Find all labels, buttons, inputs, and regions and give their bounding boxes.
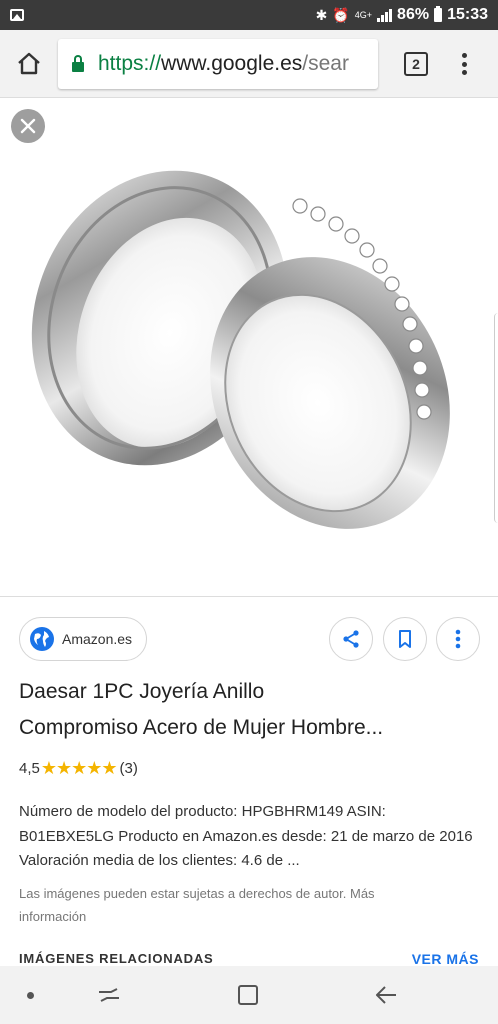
- recents-icon: [99, 988, 119, 1002]
- battery-icon: [434, 6, 443, 22]
- url-path: /sear: [302, 52, 349, 75]
- tab-switcher-icon[interactable]: 2: [404, 52, 428, 76]
- rating: 4,5 ★★★★★ (3): [19, 758, 138, 779]
- home-icon: [18, 52, 40, 74]
- globe-icon: [30, 627, 54, 651]
- bluetooth-icon: ✱: [315, 6, 328, 23]
- divider: [0, 596, 498, 597]
- rating-count: (3): [119, 760, 138, 777]
- network-type: 4G+: [354, 10, 373, 20]
- url-field[interactable]: https://www.google.es/sear: [58, 39, 378, 89]
- navigation-bar: [0, 966, 498, 1024]
- save-button[interactable]: [383, 617, 427, 661]
- related-images-heading: IMÁGENES RELACIONADAS: [19, 951, 214, 966]
- copyright-notice[interactable]: Las imágenes pueden estar sujetas a dere…: [19, 882, 439, 928]
- close-button[interactable]: [11, 109, 45, 143]
- home-nav-button[interactable]: [226, 966, 270, 1024]
- rings-image: [31, 170, 450, 529]
- result-title-line2: Compromiso Acero de Mujer Hombre...: [19, 716, 384, 739]
- close-icon: [20, 118, 36, 134]
- source-label: Amazon.es: [62, 631, 133, 647]
- recents-button[interactable]: [88, 966, 130, 1024]
- nav-dot-icon: [26, 991, 34, 999]
- battery-percent: 86%: [397, 6, 430, 23]
- result-description: Número de modelo del producto: HPGBHRM14…: [19, 803, 473, 869]
- bookmark-icon: [399, 630, 411, 648]
- status-bar: ✱ ⏰ 4G+ 86% 15:33: [0, 0, 498, 30]
- more-options-button[interactable]: [436, 617, 480, 661]
- nav-dot-button[interactable]: [10, 966, 50, 1024]
- result-title[interactable]: Daesar 1PC Joyería Anillo Compromiso Ace…: [19, 674, 484, 746]
- source-chip[interactable]: Amazon.es: [19, 617, 148, 661]
- home-button[interactable]: [0, 30, 58, 98]
- see-more-link[interactable]: VER MÁS: [412, 951, 479, 967]
- back-button[interactable]: [364, 966, 408, 1024]
- image-notification-icon: [10, 9, 24, 21]
- menu-icon[interactable]: [452, 50, 476, 78]
- rating-value: 4,5: [19, 760, 40, 777]
- browser-toolbar: https://www.google.es/sear 2: [0, 30, 498, 98]
- signal-icon: [377, 8, 393, 22]
- home-square-icon: [238, 985, 258, 1005]
- url-domain: www.google.es: [161, 52, 303, 75]
- share-button[interactable]: [329, 617, 373, 661]
- result-title-line1: Daesar 1PC Joyería Anillo: [19, 680, 265, 703]
- clock: 15:33: [447, 6, 488, 23]
- share-icon: [343, 630, 359, 648]
- next-image-hint[interactable]: [494, 313, 498, 523]
- back-arrow-icon: [376, 986, 396, 1004]
- alarm-icon: ⏰: [332, 6, 350, 23]
- lock-icon: [72, 54, 84, 72]
- more-vert-icon: [455, 629, 461, 649]
- rating-stars: ★★★★★: [40, 758, 118, 778]
- url-scheme: https://: [98, 52, 162, 75]
- image-preview[interactable]: [0, 98, 498, 596]
